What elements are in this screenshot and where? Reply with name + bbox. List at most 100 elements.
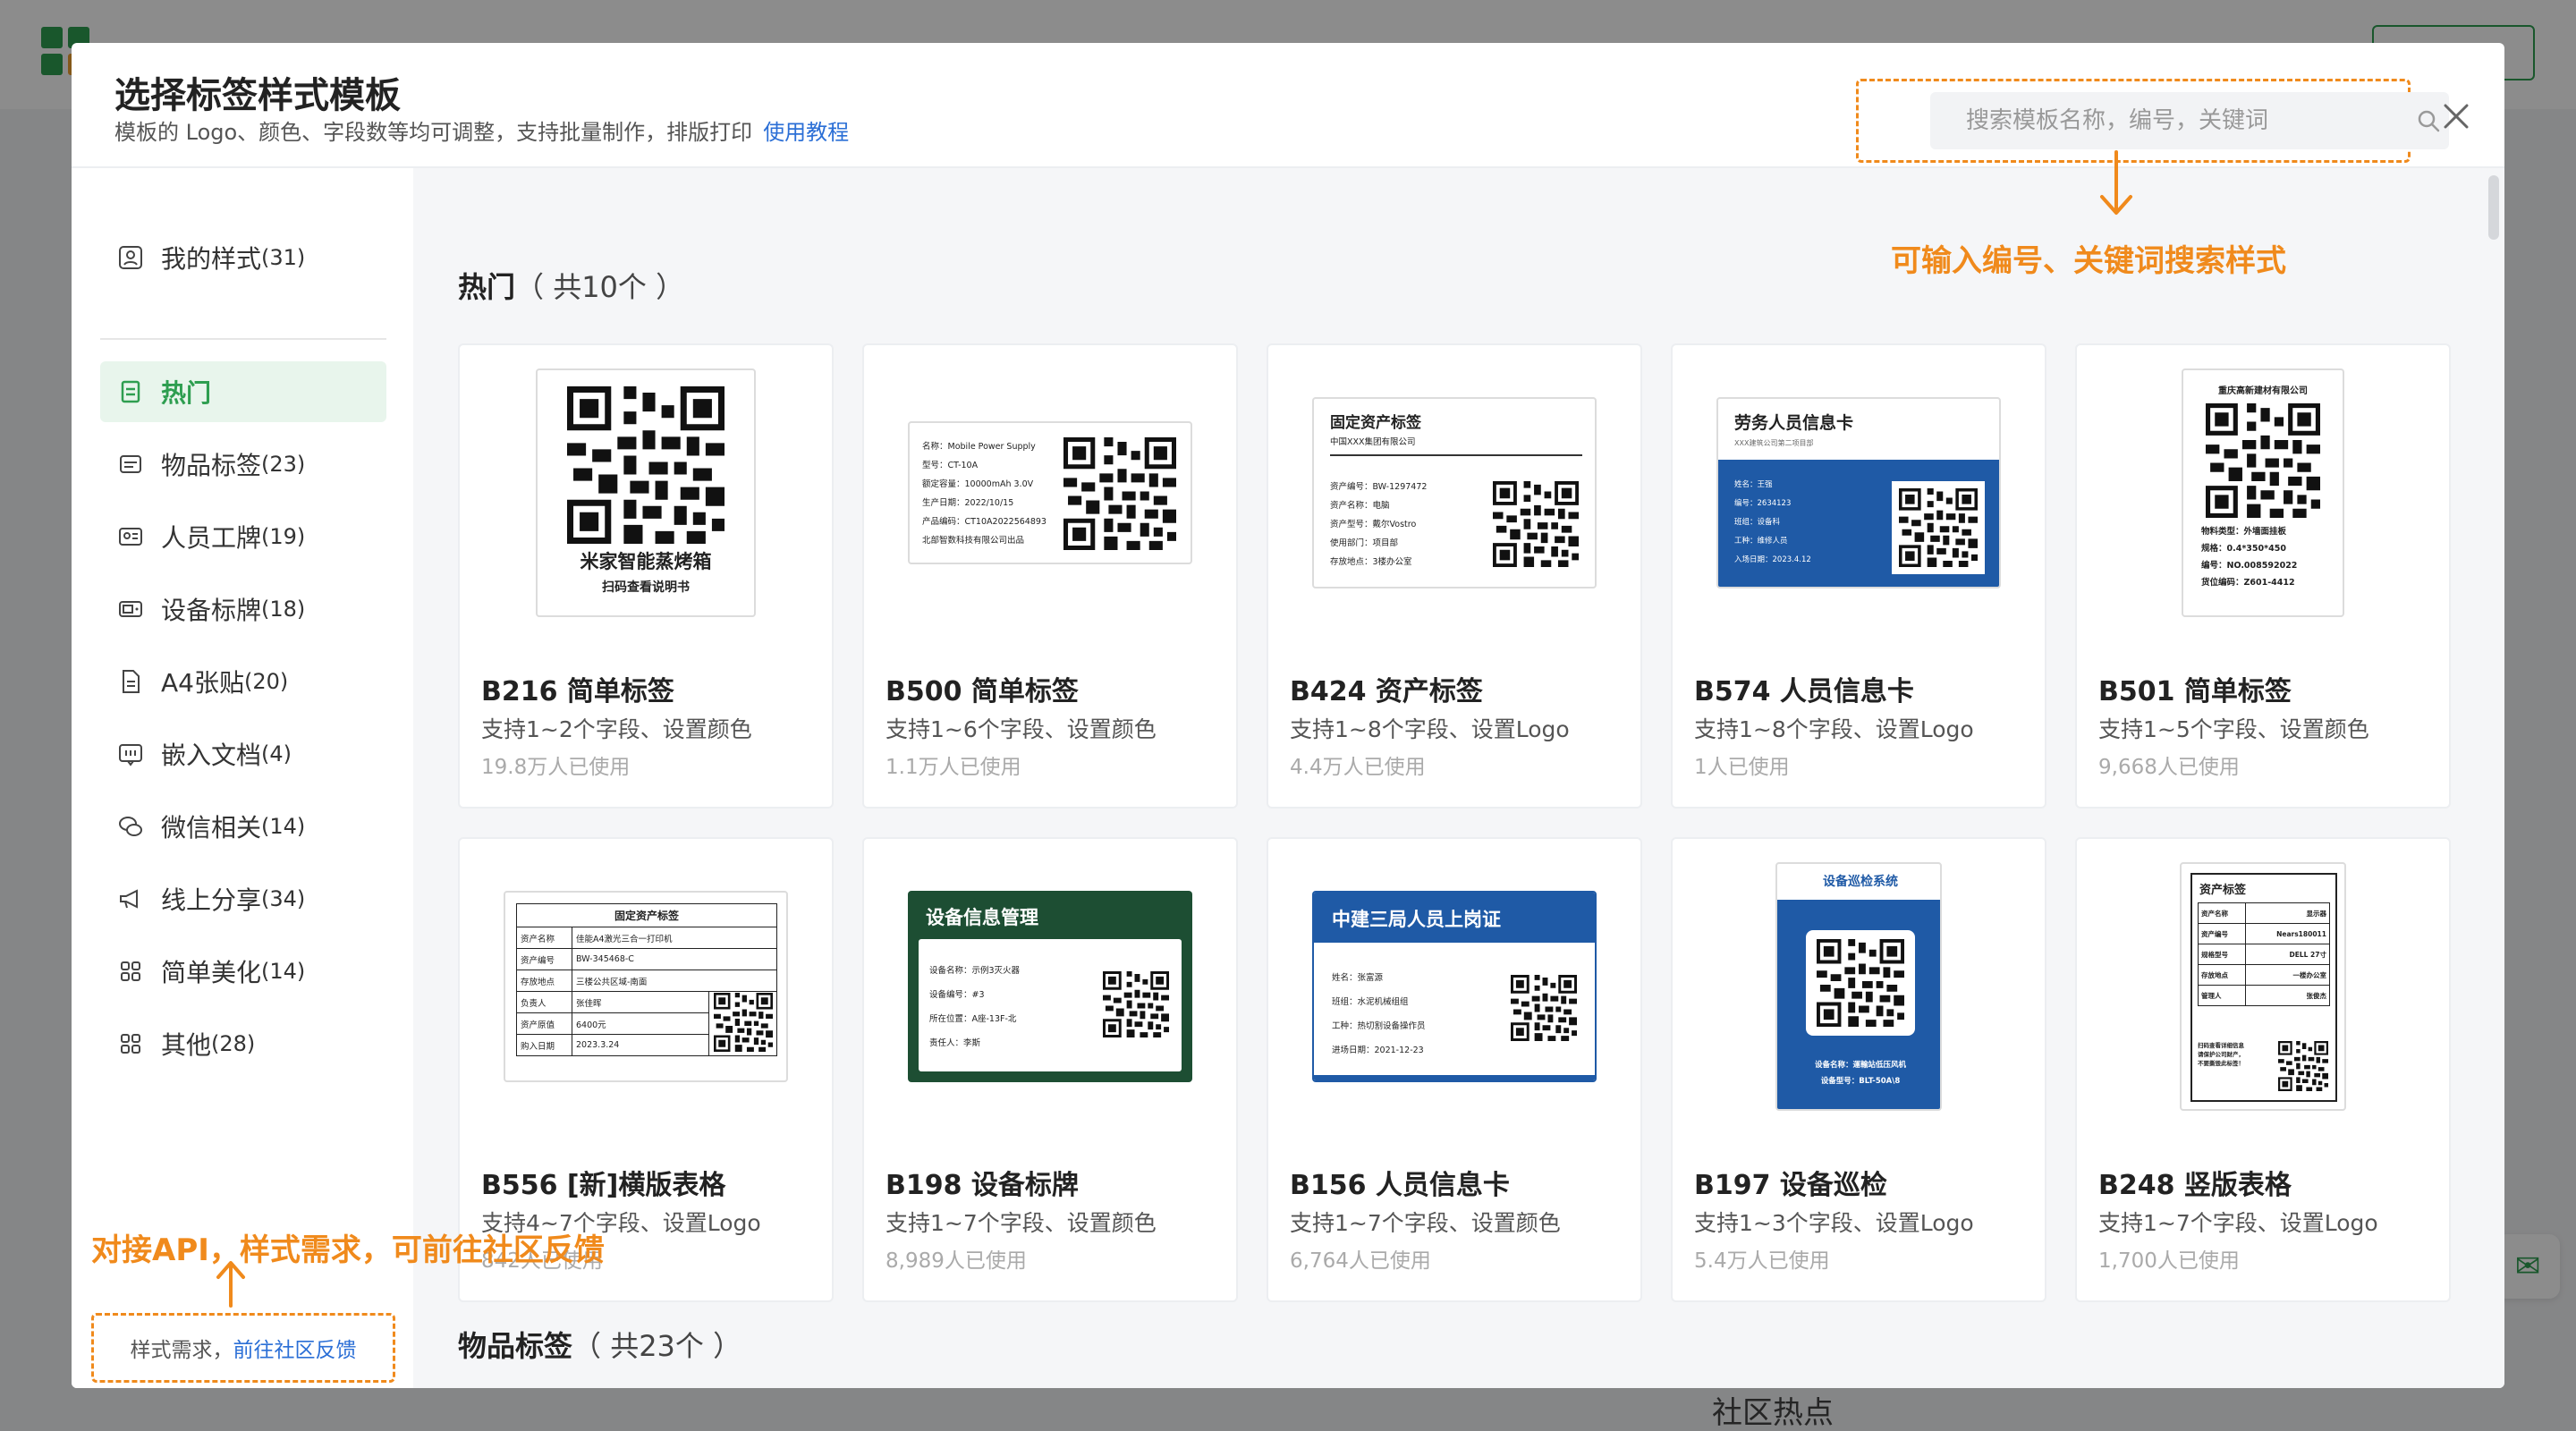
card-usage: 1.1万人已使用 bbox=[886, 756, 1021, 779]
preview-cell: Nears180011 bbox=[2245, 923, 2330, 944]
sidebar-item-count: (34) bbox=[261, 886, 306, 911]
tutorial-link[interactable]: 使用教程 bbox=[763, 120, 849, 145]
template-card-b156[interactable]: 中建三局人员上岗证 姓名：张富源 班组：水泥机械组组 工种：热切割设备操作员 进… bbox=[1267, 837, 1642, 1302]
card-name: B197 设备巡检 bbox=[1694, 1170, 1887, 1201]
sidebar-item-item-labels[interactable]: 物品标签 (23) bbox=[100, 434, 386, 495]
sidebar-item-staff-badges[interactable]: 人员工牌 (19) bbox=[100, 506, 386, 567]
sidebar-item-online-share[interactable]: 线上分享 (34) bbox=[100, 868, 386, 929]
template-card-b574[interactable]: 劳务人员信息卡 XXX建筑公司第二项目部 姓名：王强 编号：2634123 班组… bbox=[1671, 343, 2046, 809]
preview-cell: 资产编号 bbox=[516, 948, 572, 970]
sidebar-item-a4-posters[interactable]: A4张贴 (20) bbox=[100, 651, 386, 712]
search-hint-annotation: 可输入编号、关键词搜索样式 bbox=[1891, 243, 2286, 279]
sidebar-item-my-styles[interactable]: 我的样式 (31) bbox=[100, 227, 386, 288]
card-usage: 6,764人已使用 bbox=[1290, 1249, 1431, 1273]
preview-line1: 米家智能蒸烤箱 bbox=[580, 551, 712, 572]
preview-row: 工种：维修人员 bbox=[1734, 537, 1788, 546]
preview-company: 中国XXX集团有限公司 bbox=[1330, 437, 1416, 447]
preview-cell: DELL 27寸 bbox=[2245, 944, 2330, 965]
sidebar-item-simple-beautify[interactable]: 简单美化 (14) bbox=[100, 941, 386, 1002]
arrow-up-icon bbox=[216, 1261, 245, 1308]
section-title-item-labels: 物品标签（ 共23个 ） bbox=[458, 1324, 741, 1365]
preview-row: 所在位置：A座-13F-北 bbox=[929, 1014, 1017, 1024]
search-input[interactable] bbox=[1930, 92, 2449, 149]
user-card-icon bbox=[116, 243, 145, 272]
card-usage: 5.4万人已使用 bbox=[1694, 1249, 1830, 1273]
category-sidebar: 我的样式 (31) 热门 物品标签 (23) 人员工牌 (19) 设备标牌 (18) A… bbox=[72, 168, 413, 1388]
card-name: B500 简单标签 bbox=[886, 676, 1079, 707]
template-card-b197[interactable]: 设备巡检系统 设备名称：運輸站低压风机 设备型号：BLT-50A\8 B197 … bbox=[1671, 837, 2046, 1302]
template-preview: 重庆高新建材有限公司 物料类型：外墙面挂板 规格：0.4*350*450 编号：… bbox=[2077, 345, 2449, 640]
preview-footer: 扫码查看详细信息 请保护公司财产， 不要撕毁此标签！ bbox=[2198, 1042, 2244, 1067]
content-scrollbar[interactable] bbox=[2488, 175, 2499, 240]
preview-line2: 扫码查看说明书 bbox=[602, 580, 690, 595]
sidebar-item-label: 其他 bbox=[161, 1030, 212, 1060]
preview-cell: 6400元 bbox=[572, 1012, 709, 1035]
qr-code-icon bbox=[567, 386, 724, 544]
preview-cell: 资产名称 bbox=[2197, 902, 2247, 924]
card-name: B216 简单标签 bbox=[481, 676, 674, 707]
card-usage: 19.8万人已使用 bbox=[481, 756, 631, 779]
preview-cell: 负责人 bbox=[516, 991, 572, 1013]
preview-cell: 佳能A4激光三合一打印机 bbox=[572, 927, 777, 949]
preview-title: 设备信息管理 bbox=[926, 907, 1038, 928]
template-picker-modal: 选择标签样式模板 模板的 Logo、颜色、字段数等均可调整，支持批量制作，排版打… bbox=[72, 43, 2504, 1388]
section-count: （ 共23个 ） bbox=[572, 1329, 742, 1363]
modal-subtitle-text: 模板的 Logo、颜色、字段数等均可调整，支持批量制作，排版打印 bbox=[114, 120, 753, 145]
sidebar-item-count: (23) bbox=[261, 452, 306, 477]
preview-row: 姓名：王强 bbox=[1734, 480, 1773, 489]
preview-cell: 存放地点 bbox=[516, 970, 572, 992]
preview-row: 生产日期：2022/10/15 bbox=[922, 498, 1014, 508]
sidebar-item-hot[interactable]: 热门 bbox=[100, 361, 386, 422]
preview-cell: 2023.3.24 bbox=[572, 1034, 709, 1056]
grid-icon bbox=[116, 957, 145, 986]
section-title-hot: 热门（ 共10个 ） bbox=[458, 265, 684, 306]
sidebar-item-label: 微信相关 bbox=[161, 813, 262, 843]
sidebar-item-label: 嵌入文档 bbox=[161, 741, 262, 770]
card-name: B248 竖版表格 bbox=[2098, 1170, 2292, 1201]
feedback-hint-annotation: 对接API，样式需求，可前往社区反馈 bbox=[91, 1232, 605, 1268]
device-icon bbox=[116, 595, 145, 623]
template-preview: 劳务人员信息卡 XXX建筑公司第二项目部 姓名：王强 编号：2634123 班组… bbox=[1673, 345, 2045, 640]
card-usage: 4.4万人已使用 bbox=[1290, 756, 1426, 779]
sidebar-item-wechat[interactable]: 微信相关 (14) bbox=[100, 796, 386, 857]
qr-code-icon bbox=[1103, 971, 1169, 1037]
preview-row: 班组：水泥机械组组 bbox=[1332, 997, 1409, 1007]
label-preview-b248: 资产标签 资产名称 显示器 资产编号 Nears180011 规格型号 DELL 27… bbox=[2180, 862, 2346, 1111]
card-name: B198 设备标牌 bbox=[886, 1170, 1079, 1201]
template-card-b216[interactable]: 米家智能蒸烤箱 扫码查看说明书 B216 简单标签 支持1~2个字段、设置颜色 … bbox=[458, 343, 834, 809]
template-card-b501[interactable]: 重庆高新建材有限公司 物料类型：外墙面挂板 规格：0.4*350*450 编号：… bbox=[2075, 343, 2451, 809]
sidebar-item-label: 设备标牌 bbox=[161, 596, 262, 625]
sidebar-item-count: (14) bbox=[261, 959, 306, 984]
card-description: 支持1~7个字段、设置颜色 bbox=[1290, 1210, 1561, 1236]
preview-row: 北部智数科技有限公司出品 bbox=[922, 536, 1025, 546]
sidebar-item-count: (28) bbox=[211, 1031, 256, 1056]
megaphone-icon bbox=[116, 885, 145, 913]
sidebar-item-other[interactable]: 其他 (28) bbox=[100, 1013, 386, 1074]
template-card-b198[interactable]: 设备信息管理 设备名称：示例3灭火器 设备编号：#3 所在位置：A座-13F-北… bbox=[862, 837, 1238, 1302]
card-description: 支持1~7个字段、设置颜色 bbox=[886, 1210, 1157, 1236]
preview-row: 编号：2634123 bbox=[1734, 499, 1792, 508]
template-card-b248[interactable]: 资产标签 资产名称 显示器 资产编号 Nears180011 规格型号 DELL 27… bbox=[2075, 837, 2451, 1302]
preview-cell: 张俊杰 bbox=[2245, 985, 2330, 1006]
sidebar-item-count: (18) bbox=[261, 597, 306, 622]
preview-row: 设备名称：示例3灭火器 bbox=[929, 966, 1021, 976]
sidebar-item-count: (31) bbox=[261, 245, 306, 270]
sidebar-item-embed-docs[interactable]: 嵌入文档 (4) bbox=[100, 724, 386, 784]
community-feedback-link[interactable]: 前往社区反馈 bbox=[233, 1333, 357, 1363]
template-card-b500[interactable]: 名称：Mobile Power Supply 型号：CT-10A 额定容量：10… bbox=[862, 343, 1238, 809]
sidebar-item-device-plates[interactable]: 设备标牌 (18) bbox=[100, 579, 386, 639]
close-icon[interactable] bbox=[2433, 93, 2479, 140]
preview-title: 劳务人员信息卡 bbox=[1734, 413, 1854, 433]
template-preview: 名称：Mobile Power Supply 型号：CT-10A 额定容量：10… bbox=[864, 345, 1236, 640]
preview-cell: 资产原值 bbox=[516, 1012, 572, 1035]
label-preview-b156: 中建三局人员上岗证 姓名：张富源 班组：水泥机械组组 工种：热切割设备操作员 进… bbox=[1312, 891, 1597, 1082]
card-name: B156 人员信息卡 bbox=[1290, 1170, 1510, 1201]
label-preview-b216: 米家智能蒸烤箱 扫码查看说明书 bbox=[536, 368, 756, 617]
card-usage: 1,700人已使用 bbox=[2098, 1249, 2240, 1273]
card-usage: 9,668人已使用 bbox=[2098, 756, 2240, 779]
card-description: 支持1~6个字段、设置颜色 bbox=[886, 716, 1157, 742]
label-preview-b198: 设备信息管理 设备名称：示例3灭火器 设备编号：#3 所在位置：A座-13F-北… bbox=[908, 891, 1192, 1082]
preview-row: 资产编号：BW-1297472 bbox=[1330, 482, 1428, 492]
preview-row: 规格：0.4*350*450 bbox=[2201, 544, 2286, 554]
template-card-b424[interactable]: 固定资产标签 中国XXX集团有限公司 资产编号：BW-1297472 资产名称：… bbox=[1267, 343, 1642, 809]
